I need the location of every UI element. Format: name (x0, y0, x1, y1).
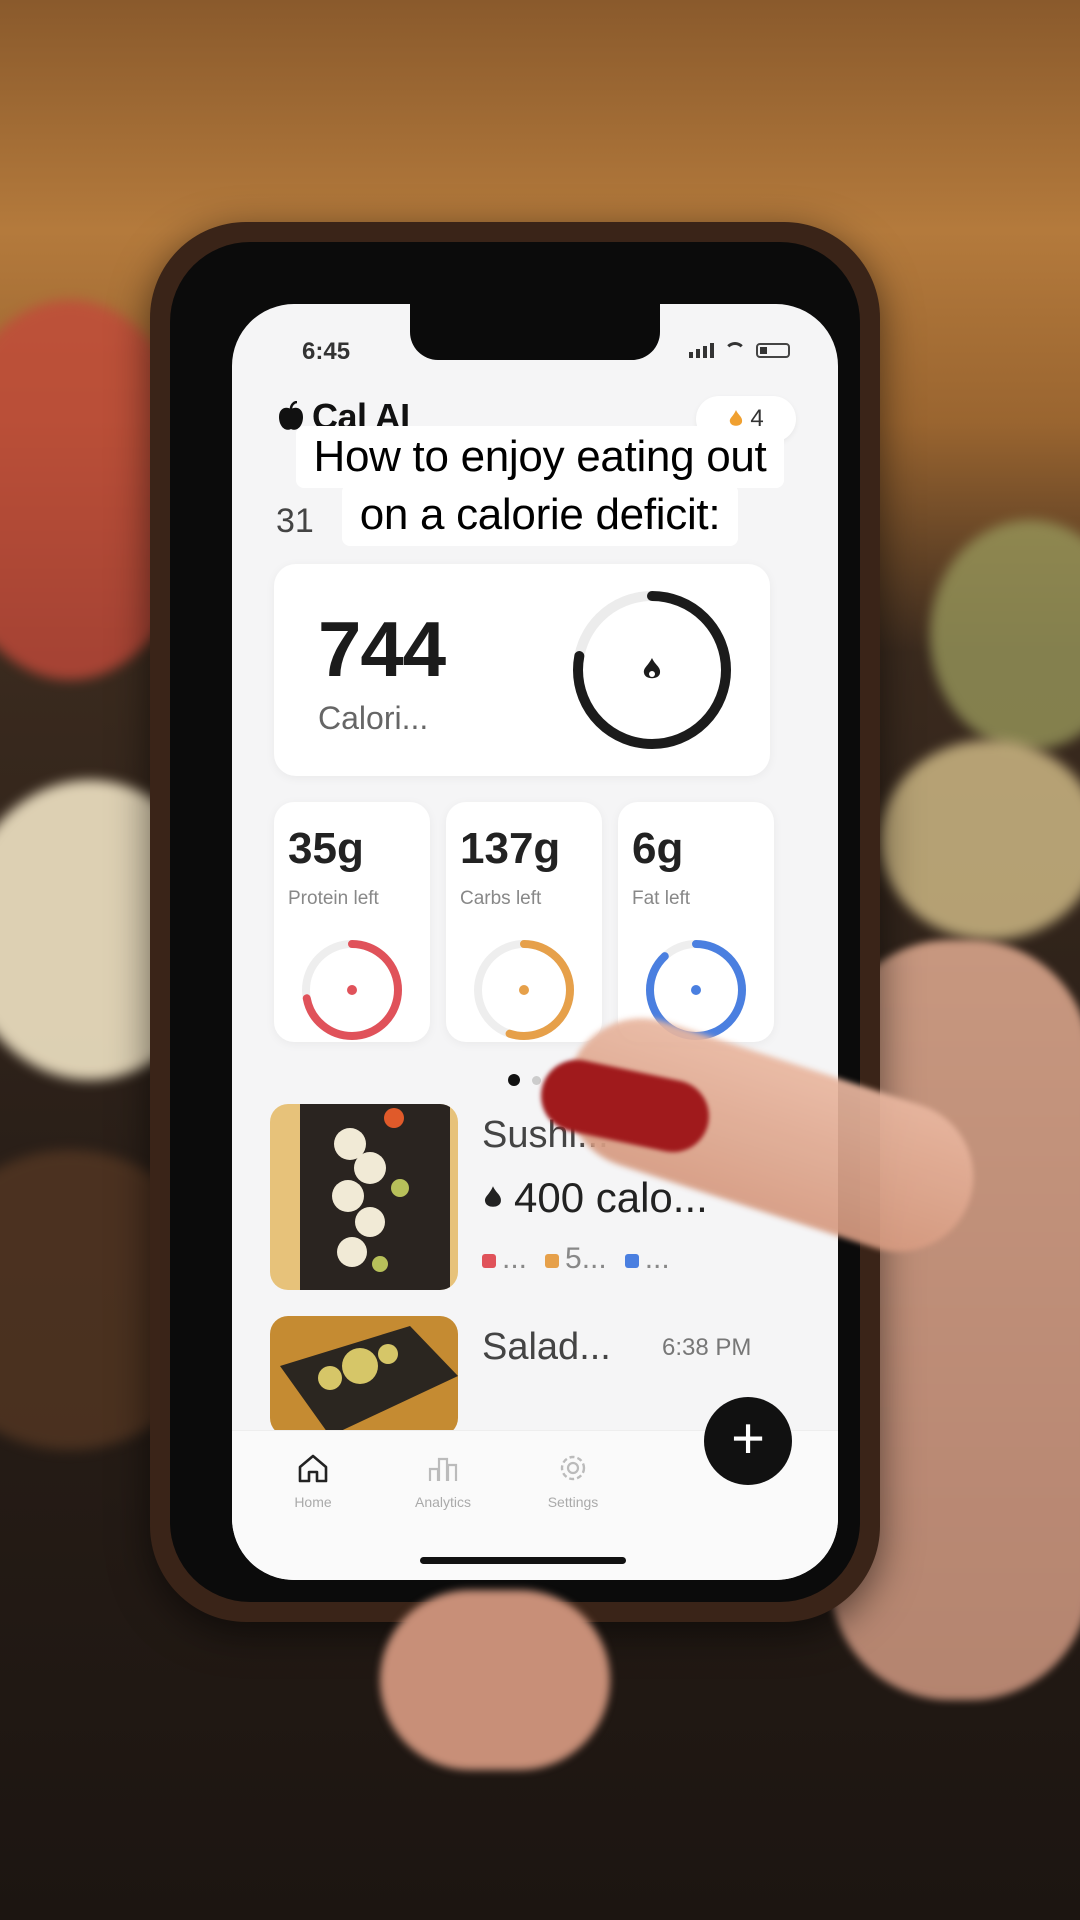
nav-settings-label: Settings (547, 1494, 599, 1510)
macro-label: Protein left (288, 888, 379, 909)
macro-value: 6g (632, 824, 684, 873)
macro-card-carbs[interactable]: 137g Carbs left (446, 802, 602, 1042)
calories-value: 744 (318, 605, 446, 693)
page-indicator (532, 1076, 541, 1085)
nav-analytics[interactable]: Analytics (388, 1451, 498, 1510)
sushi-photo (270, 1104, 458, 1290)
salad-photo (270, 1316, 458, 1436)
macro-value: 35g (288, 824, 364, 873)
macro-label: Carbs left (460, 888, 542, 909)
macro-ring (302, 940, 402, 1040)
macro-card-protein[interactable]: 35g Protein left (274, 802, 430, 1042)
nav-home-label: Home (294, 1494, 332, 1510)
bottom-nav: Home Analytics Settings + (232, 1397, 838, 1580)
notch (410, 304, 660, 360)
wifi-icon (724, 342, 746, 358)
caption-line-2: on a calorie deficit: (0, 484, 1080, 546)
calories-ring (573, 591, 731, 749)
macro-ring (474, 940, 574, 1040)
flame-icon (643, 658, 661, 679)
macro-card-fat[interactable]: 6g Fat left (618, 802, 774, 1042)
add-button[interactable]: + (704, 1397, 792, 1485)
flame-icon (484, 1186, 501, 1207)
macro-value: 137g (460, 824, 561, 873)
caption-line-1: How to enjoy eating out (0, 426, 1080, 488)
food-time: 6:38 PM (662, 1334, 752, 1361)
calories-label: Calori... (318, 700, 429, 736)
food-title: Salad... (482, 1326, 611, 1368)
fat-icon (624, 1254, 639, 1268)
carbs-icon (545, 1254, 560, 1268)
status-icons (689, 342, 790, 358)
fat-icon (691, 985, 701, 995)
nav-home[interactable]: Home (258, 1451, 368, 1510)
analytics-icon (428, 1457, 458, 1481)
macro-label: Fat left (632, 888, 691, 909)
food-protein: ... (482, 1242, 527, 1276)
carbs-icon (519, 985, 529, 995)
calories-card[interactable]: 744 Calori... (274, 564, 770, 776)
battery-icon (756, 343, 790, 358)
food-fat: ... (624, 1242, 670, 1276)
nav-settings[interactable]: Settings (518, 1451, 628, 1510)
page-indicator-active (508, 1074, 520, 1086)
home-indicator (420, 1557, 626, 1564)
food-macros: ... 5... ... (482, 1242, 670, 1276)
thumb (380, 1590, 610, 1770)
food-carbs: 5... (545, 1242, 607, 1276)
protein-icon (482, 1254, 496, 1268)
gear-icon (560, 1455, 586, 1481)
protein-icon (347, 985, 357, 995)
home-icon (298, 1454, 328, 1483)
nav-analytics-label: Analytics (414, 1494, 472, 1510)
status-time: 6:45 (302, 338, 351, 365)
signal-icon (689, 343, 714, 358)
